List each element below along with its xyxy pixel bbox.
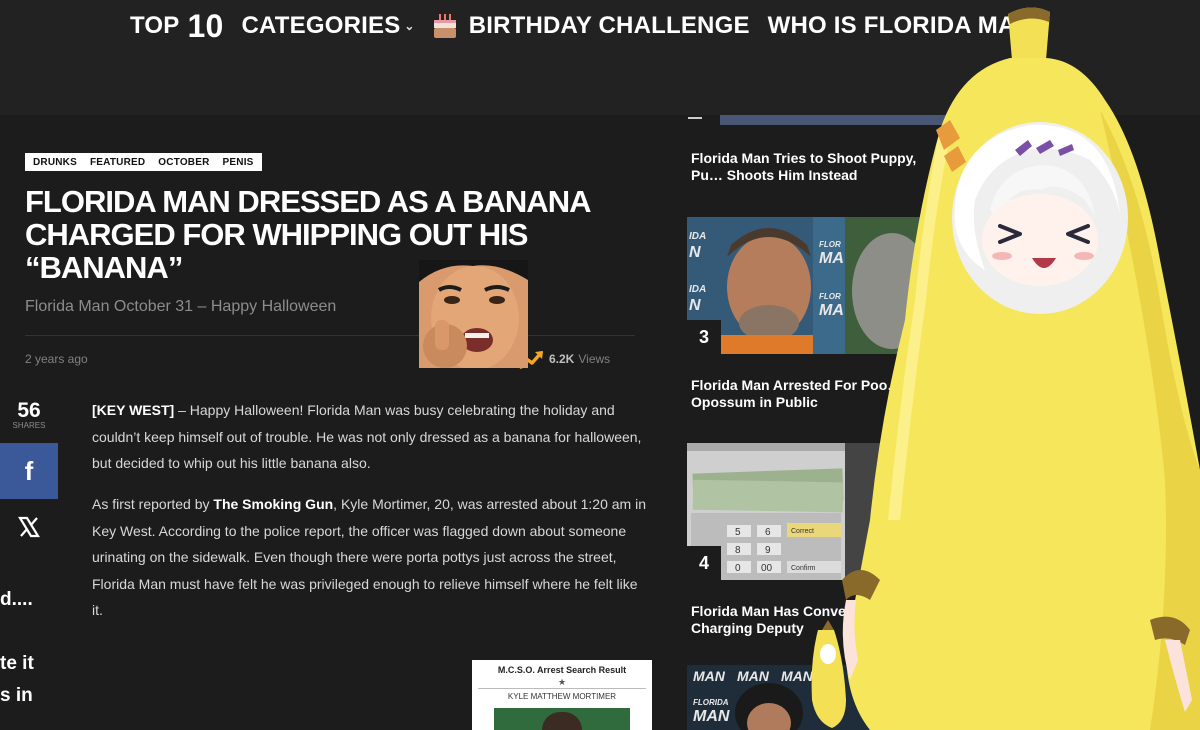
atm-key: 5 (735, 527, 741, 538)
thumb-text: MA (819, 302, 844, 319)
thumb-text: FLOR (819, 292, 841, 301)
article-tags: DRUNKS FEATURED OCTOBER PENIS (25, 153, 262, 171)
nav-categories-label: CATEGORIES (241, 12, 401, 39)
article-subhead: Florida Man October 31 – Happy Halloween (25, 298, 337, 315)
thumb-text: MAN (693, 708, 730, 725)
sidebar-item-2-title[interactable]: Florida Man Arrested For Poo… Opossum in… (691, 377, 921, 411)
nav-top-label: TOP (130, 12, 180, 39)
facebook-icon: f (24, 455, 34, 486)
nav-who-label: WHO IS FLORIDA MAN (767, 12, 1034, 39)
facebook-share-button[interactable]: f (0, 443, 58, 499)
nav-categories[interactable]: CATEGORIES ⌄ (242, 12, 415, 40)
view-count: 6.2K Views (519, 349, 610, 369)
article-headline: FLORIDA MAN DRESSED AS A BANANA CHARGED … (25, 184, 590, 285)
rank-marker (688, 117, 702, 119)
atm-key: Correct (791, 528, 814, 535)
article: DRUNKS FEATURED OCTOBER PENIS FLORIDA MA… (0, 115, 680, 730)
atm-key: 00 (761, 563, 773, 574)
thumb-text: IDA (689, 231, 706, 242)
streamer-facecam (419, 260, 528, 368)
atm-key: 8 (735, 545, 741, 556)
sidebar-thumbnail-top[interactable] (720, 115, 950, 125)
nav-top-number: 10 (187, 7, 224, 44)
arrest-record-title: M.C.S.O. Arrest Search Result (497, 665, 627, 675)
site-header: TOP 10 CATEGORIES ⌄ BIRTHDAY CHALLENGE W… (0, 0, 1200, 115)
sheriff-star-icon: ★ (557, 677, 567, 687)
sidebar-item-1-title[interactable]: Florida Man Tries to Shoot Puppy, Pu… Sh… (691, 150, 921, 184)
sidebar-item-3-thumbnail[interactable]: 5 6 8 9 0 00 Correct Confirm 4 (687, 443, 937, 580)
views-label: Views (578, 352, 611, 366)
tag-october[interactable]: OCTOBER (158, 157, 209, 168)
share-bar: 56 SHARES f (0, 399, 58, 555)
thumb-text: MAN (693, 668, 726, 684)
mugshot-thumbnail-image: IDA N IDA N FLOR MA FLOR MA (687, 217, 937, 354)
thumb-text: MA (819, 250, 844, 267)
main-nav: TOP 10 CATEGORIES ⌄ BIRTHDAY CHALLENGE W… (130, 6, 1033, 46)
cutoff-text-3: s in (0, 685, 33, 706)
nav-who-is-florida-man[interactable]: WHO IS FLORIDA MAN (768, 12, 1033, 40)
florida-man-thumbnail-image: MAN MAN MAN FLORIDA MAN (687, 665, 937, 730)
birthday-cake-icon (433, 14, 457, 38)
thumb-text: FLORIDA (693, 698, 729, 707)
rank-badge-3: 3 (687, 320, 721, 354)
nav-birthday-label: BIRTHDAY CHALLENGE (468, 12, 750, 39)
divider (25, 335, 635, 336)
cutoff-text-1: d.... (0, 589, 33, 610)
sidebar: Florida Man Tries to Shoot Puppy, Pu… Sh… (680, 115, 1200, 730)
atm-money-thumbnail-image: 5 6 8 9 0 00 Correct Confirm (687, 443, 937, 580)
thumb-text: FLOR (819, 240, 841, 249)
arrest-record-image: M.C.S.O. Arrest Search Result ★ KYLE MAT… (472, 660, 652, 730)
article-paragraph-1: [KEY WEST] – Happy Halloween! Florida Ma… (92, 402, 642, 471)
chevron-down-icon: ⌄ (404, 19, 415, 33)
x-twitter-icon (18, 516, 40, 538)
tag-featured[interactable]: FEATURED (90, 157, 145, 168)
streamer-face-image (419, 260, 528, 368)
share-count: 56 (17, 399, 41, 422)
dateline: [KEY WEST] (92, 402, 175, 418)
sidebar-item-3-title[interactable]: Florida Man Has Conve… Before Charging D… (691, 603, 921, 637)
thumb-text: N (689, 244, 701, 261)
atm-key: 0 (735, 563, 741, 574)
tag-drunks[interactable]: DRUNKS (33, 157, 77, 168)
x-share-button[interactable] (0, 499, 58, 555)
atm-key: 9 (765, 545, 771, 556)
atm-key: 6 (765, 527, 771, 538)
share-label: SHARES (12, 421, 46, 430)
nav-top-10[interactable]: TOP 10 (130, 8, 224, 45)
nav-birthday-challenge[interactable]: BIRTHDAY CHALLENGE (433, 12, 750, 40)
mugshot-image (494, 708, 630, 730)
cutoff-text-2: te it (0, 653, 34, 674)
thumb-text: IDA (689, 284, 706, 295)
atm-key: Confirm (791, 565, 816, 572)
article-date: 2 years ago (25, 352, 88, 366)
smoking-gun-link[interactable]: The Smoking Gun (213, 496, 333, 512)
article-paragraph-2: As first reported by The Smoking Gun, Ky… (92, 496, 646, 618)
tag-penis[interactable]: PENIS (223, 157, 254, 168)
sidebar-item-4-thumbnail[interactable]: MAN MAN MAN FLORIDA MAN (687, 665, 937, 730)
sidebar-item-2-thumbnail[interactable]: IDA N IDA N FLOR MA FLOR MA 3 (687, 217, 937, 354)
arrest-record-name: KYLE MATTHEW MORTIMER (478, 688, 646, 701)
thumb-text: MAN (737, 668, 770, 684)
thumb-text: MAN (781, 668, 814, 684)
rank-badge-4: 4 (687, 546, 721, 580)
views-number: 6.2K (549, 352, 575, 366)
thumb-text: N (689, 297, 701, 314)
